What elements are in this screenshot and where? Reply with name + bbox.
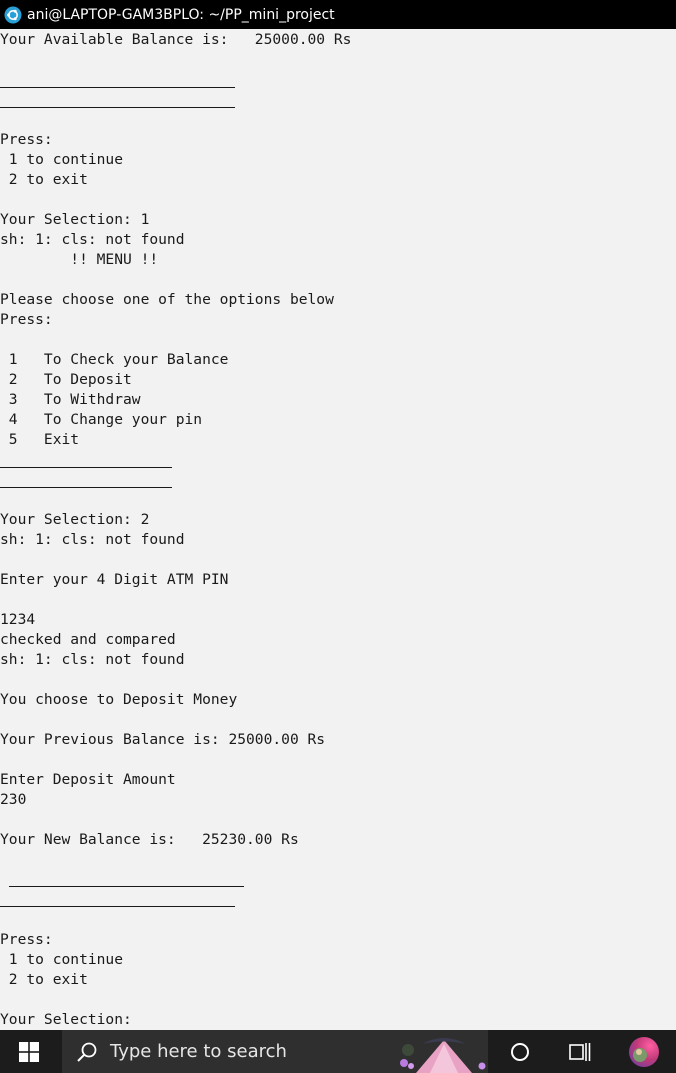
terminal-line: sh: 1: cls: not found [0,531,185,548]
taskbar: Type here to search [0,1030,676,1073]
terminal-line: 1234 [0,611,36,628]
ubuntu-icon [4,6,22,23]
separator-line [0,487,172,488]
window-title: ani@LAPTOP-GAM3BPLO: ~/PP_mini_project [27,6,335,23]
windows-start-icon [19,1041,39,1062]
terminal-line: 230 [0,791,27,808]
terminal-line: !! MENU !! [0,251,159,268]
terminal-line: Please choose one of the options below [0,291,334,308]
terminal-line: Press: [0,931,53,948]
terminal-line: 1 to continue [0,951,124,968]
search-highlight-illustration-icon [400,1038,486,1073]
terminal-line: 2 To Deposit [0,371,132,388]
separator-line [0,107,235,108]
terminal-line: Your Selection: [0,1011,132,1028]
start-button[interactable] [0,1030,58,1073]
user-avatar-icon [629,1036,659,1067]
terminal-line: 2 to exit [0,971,88,988]
separator-line [9,886,244,887]
cortana-button[interactable] [496,1030,544,1073]
cortana-icon [511,1042,529,1061]
separator-line [0,87,235,88]
terminal-line: Your Selection: 2 [0,511,150,528]
terminal-line: 4 To Change your pin [0,411,203,428]
terminal-line: Press: [0,311,53,328]
user-avatar-button[interactable] [620,1030,668,1073]
terminal-line: 1 To Check your Balance [0,351,229,368]
terminal-line: sh: 1: cls: not found [0,231,185,248]
task-view-icon [569,1042,591,1061]
terminal-window: ani@LAPTOP-GAM3BPLO: ~/PP_mini_project Y… [0,0,676,1073]
terminal-line: Your Previous Balance is: 25000.00 Rs [0,731,326,748]
terminal-output[interactable]: Your Available Balance is: 25000.00 Rs Pr… [0,29,676,1030]
terminal-line: 1 to continue [0,151,124,168]
terminal-line: checked and compared [0,631,176,648]
terminal-line: Enter your 4 Digit ATM PIN [0,571,229,588]
terminal-line: sh: 1: cls: not found [0,651,185,668]
terminal-line: Your Available Balance is: 25000.00 Rs [0,31,352,48]
search-placeholder: Type here to search [110,1041,287,1062]
separator-line [0,906,235,907]
terminal-line: 2 to exit [0,171,88,188]
terminal-line: Press: [0,131,53,148]
terminal-line: 3 To Withdraw [0,391,141,408]
task-view-button[interactable] [556,1030,604,1073]
terminal-line: Your Selection: 1 [0,211,150,228]
terminal-line: 5 Exit [0,431,80,448]
terminal-line: You choose to Deposit Money [0,691,238,708]
title-bar[interactable]: ani@LAPTOP-GAM3BPLO: ~/PP_mini_project [0,0,676,29]
terminal-line: Your New Balance is: 25230.00 Rs [0,831,299,848]
taskbar-search-box[interactable]: Type here to search [62,1030,488,1073]
terminal-line: Enter Deposit Amount [0,771,176,788]
separator-line [0,467,172,468]
search-icon [77,1042,97,1062]
